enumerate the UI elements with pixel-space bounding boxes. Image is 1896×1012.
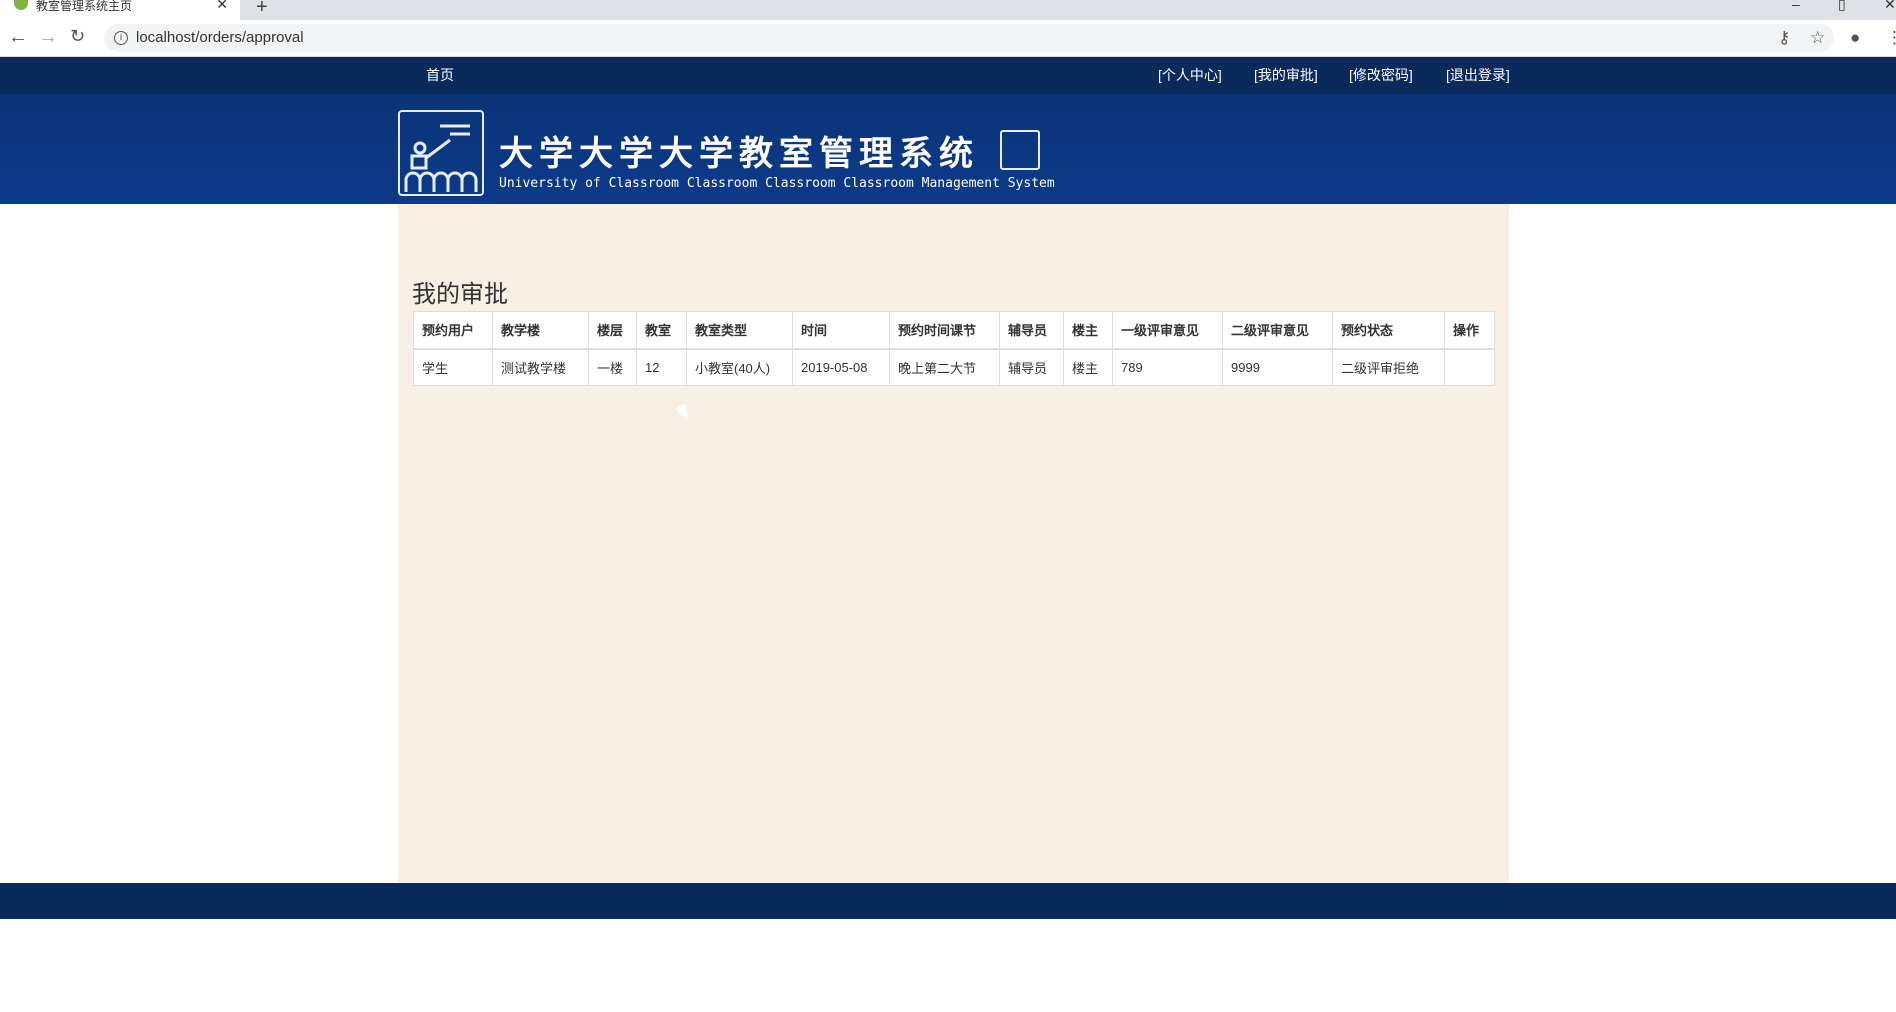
table-row: 学生 测试教学楼 一楼 12 小教室(40人) 2019-05-08 晚上第二大节 辅导员 楼主… <box>413 348 1495 386</box>
column-header: 二级评审意见 <box>1222 311 1333 350</box>
table-cell: 二级评审拒绝 <box>1332 348 1445 386</box>
url-text: localhost/orders/approval <box>136 29 304 46</box>
table-cell: 789 <box>1112 348 1223 386</box>
url-input[interactable]: i localhost/orders/approval <box>104 24 1834 52</box>
page-title: 我的审批 <box>412 281 508 308</box>
restore-icon[interactable]: ▯ <box>1838 0 1846 13</box>
column-header: 预约时间课节 <box>889 311 1000 350</box>
column-header: 辅导员 <box>999 311 1064 350</box>
table-cell: 2019-05-08 <box>792 348 890 386</box>
column-header: 教学楼 <box>492 311 589 350</box>
table-cell <box>1444 348 1495 386</box>
info-icon[interactable]: i <box>114 31 128 45</box>
browser-tab[interactable]: 教室管理系统主页 ✕ <box>0 0 240 20</box>
footer <box>0 883 1896 919</box>
nav-change-password[interactable]: [修改密码] <box>1349 57 1413 94</box>
table-cell: 12 <box>636 348 687 386</box>
nav-logout[interactable]: [退出登录] <box>1446 57 1510 94</box>
column-header: 操作 <box>1444 311 1495 350</box>
table-cell: 晚上第二大节 <box>889 348 1000 386</box>
column-header: 一级评审意见 <box>1112 311 1223 350</box>
column-header: 教室类型 <box>686 311 793 350</box>
nav-profile[interactable]: [个人中心] <box>1158 57 1222 94</box>
nav-my-approval[interactable]: [我的审批] <box>1254 57 1318 94</box>
column-header: 时间 <box>792 311 890 350</box>
close-window-icon[interactable]: ✕ <box>1884 0 1896 13</box>
column-header: 楼主 <box>1063 311 1113 350</box>
nav-home[interactable]: 首页 <box>426 57 454 94</box>
table-cell: 楼主 <box>1063 348 1113 386</box>
back-icon[interactable]: ← <box>8 26 28 49</box>
address-bar: ← → ↻ i localhost/orders/approval ⚷ ☆ ● … <box>0 20 1896 57</box>
table-cell: 一楼 <box>588 348 637 386</box>
leaf-favicon-icon <box>14 0 28 10</box>
close-tab-icon[interactable]: ✕ <box>216 0 228 11</box>
tab-title: 教室管理系统主页 <box>36 0 133 13</box>
forward-icon[interactable]: → <box>38 26 58 49</box>
table-cell: 辅导员 <box>999 348 1064 386</box>
table-cell: 9999 <box>1222 348 1333 386</box>
browser-tab-bar: 教室管理系统主页 ✕ + – ▯ ✕ <box>0 0 1896 20</box>
main-content: 我的审批 预约用户 教学楼 楼层 教室 教室类型 时间 预约时间课节 辅导员 楼主 一级评审意见二… <box>398 204 1509 883</box>
column-header: 预约用户 <box>413 311 493 350</box>
system-title: 大学大学大学教室管理系统 <box>499 135 979 173</box>
key-icon[interactable]: ⚷ <box>1778 28 1790 48</box>
column-header: 教室 <box>636 311 687 350</box>
approval-table: 预约用户 教学楼 楼层 教室 教室类型 时间 预约时间课节 辅导员 楼主 一级评审意见 二级评审意见… <box>413 311 1495 386</box>
classroom-logo-icon <box>398 110 484 196</box>
system-subtitle: University of Classroom Classroom Classr… <box>499 176 1055 191</box>
new-tab-icon[interactable]: + <box>256 0 268 19</box>
reload-icon[interactable]: ↻ <box>70 26 85 47</box>
minimize-icon[interactable]: – <box>1792 0 1800 12</box>
table-cell: 小教室(40人) <box>686 348 793 386</box>
column-header: 预约状态 <box>1332 311 1445 350</box>
classroom-small-icon <box>1000 130 1040 170</box>
menu-icon[interactable]: ⋮ <box>1886 28 1896 48</box>
table-cell: 测试教学楼 <box>492 348 589 386</box>
star-icon[interactable]: ☆ <box>1810 28 1825 48</box>
account-icon[interactable]: ● <box>1850 28 1860 48</box>
top-nav: 首页 [个人中心] [我的审批] [修改密码] [退出登录] <box>0 57 1896 94</box>
banner: 大学大学大学教室管理系统 University of Classroom Cla… <box>0 94 1896 204</box>
table-cell: 学生 <box>413 348 493 386</box>
column-header: 楼层 <box>588 311 637 350</box>
